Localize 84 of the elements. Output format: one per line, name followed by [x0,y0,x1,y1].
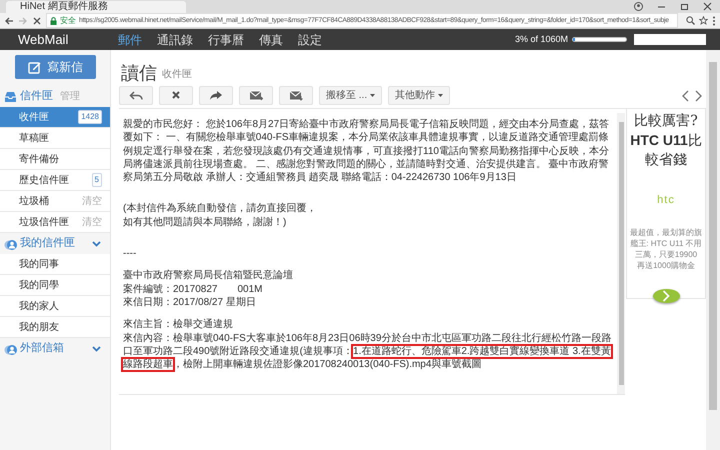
page-subtitle: 收件匣 [162,68,192,82]
mail-button[interactable] [279,86,313,105]
page-title: 讀信 [121,64,157,82]
nav-tab[interactable]: 設定 [298,30,322,48]
menu-icon[interactable] [712,16,716,26]
nav-tab[interactable]: 郵件 [118,30,142,48]
folder-name: 我的同學 [19,278,59,292]
ad-headline[interactable]: 比較厲害? HTC U11比較省錢 [627,112,705,170]
maximize-icon[interactable] [680,2,689,11]
folder-item[interactable]: 我的同事 [0,254,110,275]
search-field[interactable] [634,34,706,45]
zoom-icon[interactable] [686,16,695,25]
reply-button[interactable] [119,86,153,105]
folder-name: 收件匣 [19,110,49,124]
folder-name: 我的同事 [19,258,59,272]
subject-line: 來信主旨：檢舉交通違規 [123,318,234,332]
notice-line: (本封信件為系統自動發信，請勿直接回覆， [123,202,318,216]
folder-item[interactable]: 我的同學 [0,275,110,296]
people-icon [4,342,17,354]
compose-button[interactable]: 寫新信 [15,55,96,79]
chevron-down-icon[interactable] [92,346,101,352]
chevron-right-icon [662,290,670,302]
folder-item[interactable]: 草稿匣 [0,128,110,149]
stop-icon[interactable] [32,16,42,26]
nav-tab[interactable]: 行事曆 [208,30,244,48]
folder-item[interactable]: 我的朋友 [0,317,110,338]
count-badge: 1428 [78,110,102,124]
message-paragraph: 親愛的市民您好： 您於106年8月27日寄給臺中市政府警察局局長電子信箱反映問題，經交由本分局查處，茲答覆如下： 一、有關您檢舉車號040-FS車輛違規案，本分局業依該車具體違規事實，以違反道路交通管理處罰條例規定逕行舉發在案，若您發現該處仍有交通違規情事，可直接撥打110電話向警察局勤務指揮中心反映，本分局將儘速派員前往現場查處。 二、感謝您對警政問題的關心，並請隨時對交通、治安提供建言。 臺中市政府警察局第五分局敬啟 承辦人：交通組警務員 趙奕晟 聯絡電話：04-22426730 106年9月13日 [123,118,610,184]
previous-icon[interactable] [682,90,689,102]
forward-button[interactable] [199,86,233,105]
browser-tab[interactable]: HiNet 網頁郵件服務 [6,1,186,13]
notice-line: 如有其他問題請與本局聯絡，謝謝！) [123,216,288,230]
star-icon[interactable] [699,16,708,25]
folder-name: 垃圾信件匣 [19,216,69,230]
case-info-line: 臺中市政府警察局局長信箱暨民意論壇 [123,269,294,283]
folder-name: 我的朋友 [19,320,59,334]
quota-bar [572,37,627,42]
folder-name: 垃圾桶 [19,194,49,208]
caret-icon [438,94,444,97]
case-info-line: 案件編號：20170827 001M [123,282,264,296]
account-icon[interactable] [634,2,643,11]
quota-text: 3% of 1060M [514,32,568,46]
forward-arrow-icon [209,90,223,101]
reply-icon [129,90,143,101]
chevron-down-icon[interactable] [92,240,101,246]
more-actions-menu[interactable]: 其他動作 [388,86,450,105]
folder-item[interactable]: 垃圾信件匣 清空 [0,212,110,233]
lock-icon [50,16,57,24]
envelope-icon [289,90,303,101]
nav-tab[interactable]: 通訊錄 [157,30,193,48]
folder-name: 我的家人 [19,300,59,314]
folder-name: 草稿匣 [19,132,49,146]
inbox-icon [4,90,17,102]
pencil-icon [28,60,41,74]
caret-icon [370,94,376,97]
next-icon[interactable] [695,90,702,102]
folder-item[interactable]: 寄件備份 [0,149,110,170]
content-paragraph: 來信內容：檢舉車號040-FS大客車於106年8月23日06時39分於台中市北屯區軍功路二段往北行經松竹路一段路口至軍功路二段490號附近路段交通違規(違規事項：1.在道路蛇行、危險駕車2.跨越雙白實線變換車道 3.在雙黃線路段超車，檢附上開車輛違規佐證影像201708240013(040-FS).mp4與車號截圖 [123,332,612,372]
section-title[interactable]: 外部信箱 [20,340,64,357]
folder-name: 歷史信件匣 [19,174,69,188]
nav-tab[interactable]: 傳真 [259,30,283,48]
ad-description: 最超值，最划算的旗艦王: HTC U11 不用三萬，只要19900 再送1000購物金 [629,226,703,270]
folder-item[interactable]: 收件匣 1428 [0,107,110,128]
scrollbar[interactable] [617,113,625,394]
folder-name: 寄件備份 [19,152,59,166]
folder-item[interactable]: 垃圾桶 清空 [0,191,110,212]
folder-item[interactable]: 歷史信件匣 5 [0,170,110,191]
mail-button[interactable] [239,86,273,105]
case-info-line: 來信日期：2017/08/27 星期日 [123,296,257,310]
brand-logo: htc [657,193,675,208]
security-label: 安全 [60,14,76,26]
section-title[interactable]: 信件匣 [20,88,53,105]
folder-item[interactable]: 我的家人 [0,296,110,317]
brand-name: WebMail [18,30,70,49]
back-icon[interactable] [4,16,14,26]
people-icon [4,238,17,250]
page-scrollbar[interactable] [706,50,720,450]
section-title[interactable]: 我的信件匣 [20,235,75,252]
move-menu[interactable]: 搬移至 ... [319,86,382,105]
delete-button[interactable] [159,86,193,105]
separator-text: ---- [123,247,138,260]
envelope-icon [249,90,263,101]
close-icon[interactable] [703,2,712,11]
count-badge: 5 [92,173,102,187]
